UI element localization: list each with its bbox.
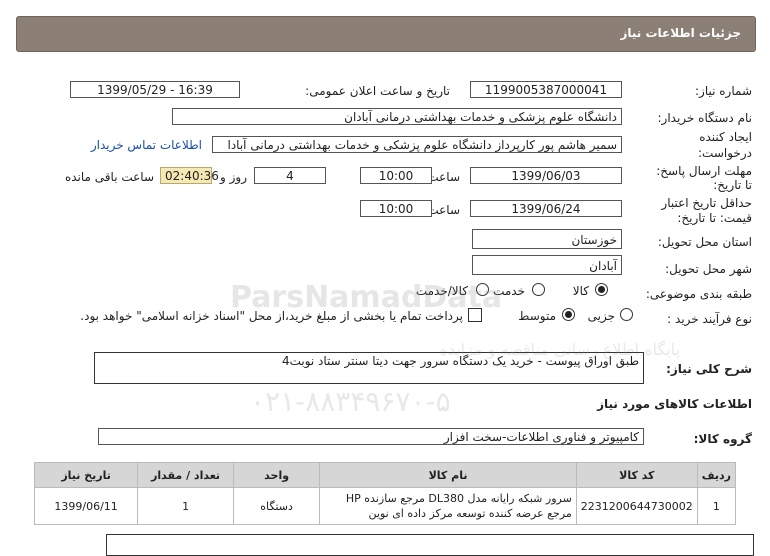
cell-name: سرور شبکه رایانه مدل DL380 مرجع سازنده H… <box>319 487 577 525</box>
process-partial-radio[interactable] <box>620 308 633 321</box>
process-medium-label: متوسط <box>518 309 556 323</box>
process-medium-radio[interactable] <box>562 308 575 321</box>
page-title: جزئیات اطلاعات نیاز <box>620 26 741 40</box>
province-field[interactable]: خوزستان <box>472 229 622 249</box>
page: جزئیات اطلاعات نیاز شماره نیاز: 11990053… <box>0 0 770 556</box>
validity-label-line2: قیمت: تا تاریخ: <box>677 211 752 225</box>
cell-unit: دستگاه <box>232 487 321 525</box>
announce-label: تاریخ و ساعت اعلان عمومی: <box>305 84 450 98</box>
description-field[interactable]: طبق اوراق پیوست - خرید یک دستگاه سرور جه… <box>94 352 644 384</box>
category-service-radio[interactable] <box>532 283 545 296</box>
col-row: ردیف <box>696 462 737 488</box>
payment-note: پرداخت تمام یا بخشی از مبلغ خرید،از محل … <box>80 309 463 323</box>
process-partial-label: جزیی <box>587 309 615 323</box>
group-field[interactable]: کامپیوتر و فناوری اطلاعات-سخت افزار <box>98 428 644 445</box>
deadline-label-line1: مهلت ارسال پاسخ: <box>656 164 752 178</box>
table-row: 1 2231200644730002 سرور شبکه رایانه مدل … <box>33 487 737 525</box>
col-code: کد کالا <box>575 462 698 488</box>
page-header: جزئیات اطلاعات نیاز <box>16 16 756 52</box>
col-date: تاریخ نیاز <box>33 462 139 488</box>
treasury-checkbox[interactable] <box>468 308 482 322</box>
validity-time-field[interactable]: 10:00 <box>360 200 432 217</box>
buyer-label: نام دستگاه خریدار: <box>657 111 753 125</box>
cell-date: 1399/06/11 <box>33 487 139 525</box>
col-name: نام کالا <box>319 462 577 488</box>
city-field[interactable]: آبادان <box>472 255 622 275</box>
description-label: شرح کلی نیاز: <box>666 362 752 376</box>
deadline-time-field[interactable]: 10:00 <box>360 167 432 184</box>
category-label: طبقه بندی موضوعی: <box>645 287 752 301</box>
col-unit: واحد <box>232 462 321 488</box>
buyer-contact-link[interactable]: اطلاعات تماس خریدار <box>91 138 202 152</box>
goods-table: ردیف کد کالا نام کالا واحد تعداد / مقدار… <box>33 462 737 525</box>
remaining-time-badge: 02:40:36 <box>160 167 219 184</box>
validity-label-line1: حداقل تاریخ اعتبار <box>661 196 752 210</box>
cell-qty: 1 <box>137 487 234 525</box>
province-label: استان محل تحویل: <box>657 235 752 249</box>
creator-label-line1: ایجاد کننده <box>699 130 752 144</box>
category-service-label: خدمت <box>493 284 525 298</box>
days-field[interactable]: 4 <box>254 167 326 184</box>
buyer-field[interactable]: دانشگاه علوم پزشکی و خدمات بهداشتی درمان… <box>172 108 622 125</box>
cell-code: 2231200644730002 <box>575 487 698 525</box>
creator-field[interactable]: سمیر هاشم پور کارپرداز دانشگاه علوم پزشک… <box>212 136 622 153</box>
col-qty: تعداد / مقدار <box>137 462 234 488</box>
validity-time-label: ساعت <box>427 203 460 217</box>
need-number-field[interactable]: 1199005387000041 <box>470 81 622 98</box>
remaining-label: ساعت باقی مانده <box>64 170 154 184</box>
days-label: روز و <box>220 170 247 184</box>
need-number-label: شماره نیاز: <box>695 84 752 98</box>
cell-row: 1 <box>696 487 737 525</box>
city-label: شهر محل تحویل: <box>665 262 752 276</box>
category-both-label: کالا/خدمت <box>415 284 468 298</box>
validity-date-field[interactable]: 1399/06/24 <box>470 200 622 217</box>
deadline-label-line2: تا تاریخ: <box>713 178 752 192</box>
creator-label-line2: درخواست: <box>698 146 752 160</box>
notes-box <box>106 534 754 556</box>
category-goods-label: کالا <box>572 284 589 298</box>
deadline-date-field[interactable]: 1399/06/03 <box>470 167 622 184</box>
deadline-time-label: ساعت <box>427 170 460 184</box>
category-both-radio[interactable] <box>476 283 489 296</box>
watermark-phone: ۰۲۱-۸۸۳۴۹۶۷۰-۵ <box>250 385 451 418</box>
process-label: نوع فرآیند خرید : <box>667 312 752 326</box>
group-label: گروه کالا: <box>693 432 752 446</box>
goods-info-title: اطلاعات کالاهای مورد نیاز <box>597 397 752 411</box>
announce-date-field[interactable]: 1399/05/29 - 16:39 <box>70 81 240 98</box>
category-goods-radio[interactable] <box>595 283 608 296</box>
